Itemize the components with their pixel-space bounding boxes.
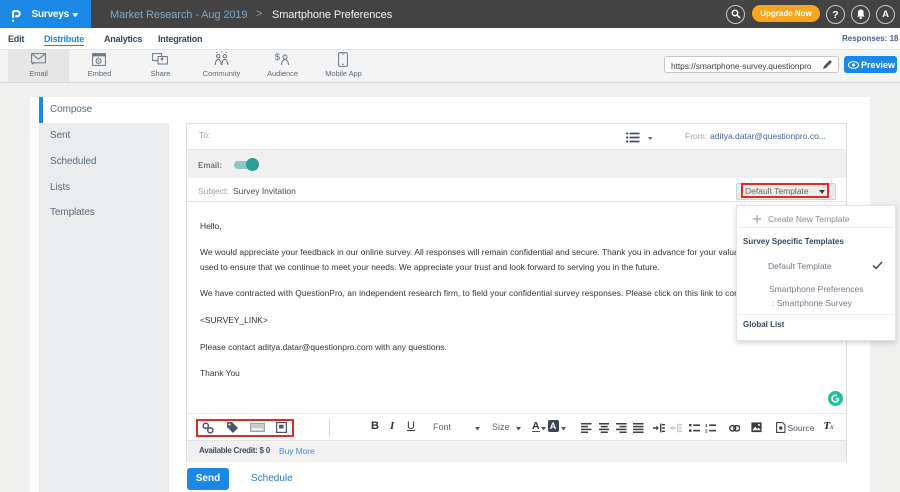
svg-text:$: $ [275,52,280,62]
svg-text:1: 1 [705,423,708,428]
svg-text:2: 2 [705,429,708,433]
